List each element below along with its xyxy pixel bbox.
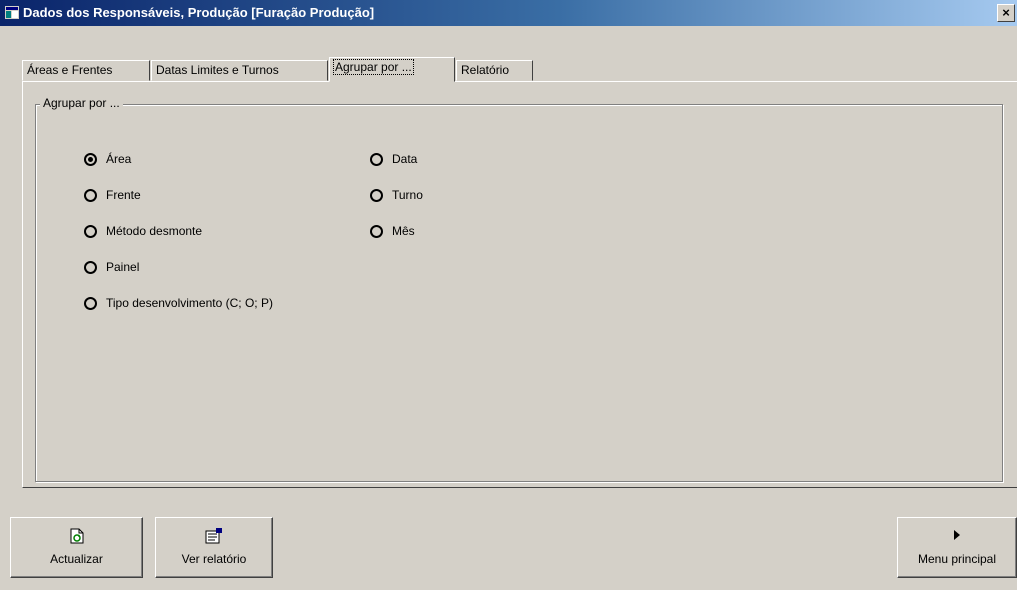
radio-unchecked-icon (370, 152, 383, 166)
radio-unchecked-icon (84, 296, 97, 310)
radio-unchecked-icon (84, 224, 97, 238)
refresh-button-label: Actualizar (50, 552, 103, 566)
title-bar: Dados dos Responsáveis, Produção [Furaçã… (0, 0, 1017, 26)
close-icon: × (1002, 5, 1010, 20)
radio-unchecked-icon (84, 260, 97, 274)
radio-label: Frente (106, 188, 141, 202)
radio-label: Mês (392, 224, 415, 238)
radio-unchecked-icon (84, 188, 97, 202)
radio-mes[interactable]: Mês (370, 223, 415, 239)
radio-area[interactable]: Área (84, 151, 131, 167)
view-report-button-label: Ver relatório (181, 552, 247, 566)
refresh-icon (70, 528, 83, 544)
tab-relatorio[interactable]: Relatório (456, 60, 533, 81)
radio-data[interactable]: Data (370, 151, 417, 167)
app-icon (5, 6, 19, 19)
window-title: Dados dos Responsáveis, Produção [Furaçã… (23, 5, 375, 20)
tab-datas-limites-turnos[interactable]: Datas Limites e Turnos (151, 60, 328, 81)
tab-label: Relatório (461, 63, 510, 77)
tab-areas-frentes[interactable]: Áreas e Frentes (22, 60, 150, 81)
report-icon (205, 528, 222, 544)
radio-checked-icon (84, 152, 97, 166)
group-box (35, 104, 1003, 482)
radio-label: Turno (392, 188, 423, 202)
radio-unchecked-icon (370, 188, 383, 202)
radio-label: Painel (106, 260, 140, 274)
group-box-legend: Agrupar por ... (40, 96, 123, 110)
tab-agrupar-por[interactable]: Agrupar por ... (329, 57, 455, 82)
radio-tipo-desenvolvimento[interactable]: Tipo desenvolvimento (C; O; P) (84, 295, 273, 311)
tab-label: Datas Limites e Turnos (156, 63, 279, 77)
radio-painel[interactable]: Painel (84, 259, 139, 275)
play-arrow-icon (954, 530, 960, 540)
tab-label: Agrupar por ... (333, 59, 414, 75)
tab-label: Áreas e Frentes (27, 63, 113, 77)
radio-label: Área (106, 152, 132, 166)
close-button[interactable]: × (997, 4, 1015, 22)
main-menu-button-label: Menu principal (917, 552, 997, 566)
radio-label: Data (392, 152, 418, 166)
radio-unchecked-icon (370, 224, 383, 238)
refresh-button[interactable]: Actualizar (10, 517, 143, 578)
radio-frente[interactable]: Frente (84, 187, 141, 203)
radio-turno[interactable]: Turno (370, 187, 423, 203)
main-menu-button[interactable]: Menu principal (897, 517, 1017, 578)
view-report-button[interactable]: Ver relatório (155, 517, 273, 578)
radio-metodo-desmonte[interactable]: Método desmonte (84, 223, 202, 239)
radio-label: Método desmonte (106, 224, 203, 238)
radio-label: Tipo desenvolvimento (C; O; P) (106, 296, 273, 310)
